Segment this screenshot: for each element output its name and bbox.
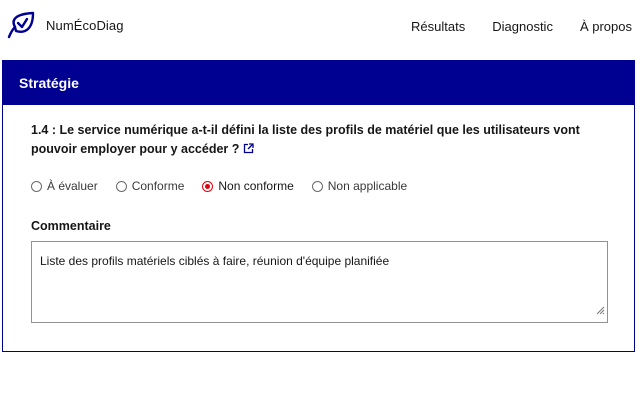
leaf-check-logo-icon: [6, 10, 36, 40]
card-body: 1.4 : Le service numérique a-t-il défini…: [3, 105, 634, 323]
radio-non-applicable[interactable]: Non applicable: [311, 179, 408, 193]
nav-link-resultats[interactable]: Résultats: [411, 19, 465, 34]
comment-textarea[interactable]: Liste des profils matériels ciblés à fai…: [31, 241, 608, 323]
radio-label: Non applicable: [327, 179, 408, 193]
question-card: Stratégie 1.4 : Le service numérique a-t…: [2, 60, 635, 352]
comment-label: Commentaire: [31, 219, 111, 233]
site-header: NumÉcoDiag Résultats Diagnostic À propos: [0, 0, 640, 56]
nav-link-a-propos[interactable]: À propos: [580, 19, 632, 34]
radio-circle-icon[interactable]: [311, 180, 323, 192]
radio-label: Conforme: [131, 179, 185, 193]
external-link-icon[interactable]: [243, 141, 255, 160]
card-title: Stratégie: [3, 61, 634, 105]
radio-circle-icon[interactable]: [115, 180, 127, 192]
radio-selected-icon[interactable]: [202, 180, 214, 192]
conformity-radio-group: À évaluer Conforme Non conforme Non appl…: [31, 179, 606, 193]
comment-field-wrapper: Liste des profils matériels ciblés à fai…: [31, 241, 608, 323]
question-text: 1.4 : Le service numérique a-t-il défini…: [31, 123, 580, 156]
main-nav: Résultats Diagnostic À propos: [411, 19, 632, 34]
radio-non-conforme[interactable]: Non conforme: [202, 179, 294, 193]
resize-handle-icon[interactable]: [596, 302, 605, 320]
radio-a-evaluer[interactable]: À évaluer: [31, 179, 98, 193]
radio-circle-icon[interactable]: [31, 180, 42, 192]
brand-name: NumÉcoDiag: [46, 17, 124, 33]
question-text-block: 1.4 : Le service numérique a-t-il défini…: [31, 121, 606, 160]
brand-link[interactable]: NumÉcoDiag: [6, 10, 124, 40]
radio-label: À évaluer: [47, 179, 98, 193]
nav-link-diagnostic[interactable]: Diagnostic: [492, 19, 553, 34]
radio-conforme[interactable]: Conforme: [115, 179, 185, 193]
radio-label: Non conforme: [218, 179, 294, 193]
